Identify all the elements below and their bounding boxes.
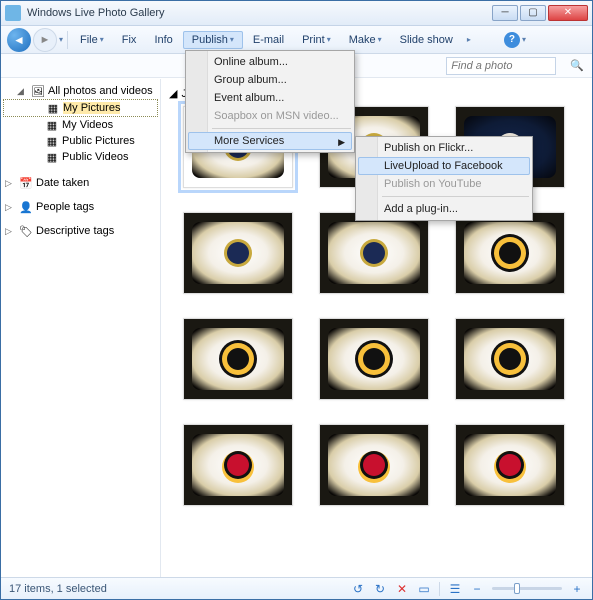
search-input[interactable] (446, 57, 556, 75)
menu-item-publish-on-youtube: Publish on YouTube (358, 175, 530, 193)
tree-section-people tags[interactable]: ▷👤People tags (3, 199, 158, 215)
title-bar: Windows Live Photo Gallery ─ ▢ ✕ (1, 1, 592, 26)
toolbar-e-mail[interactable]: E-mail (245, 32, 292, 48)
close-button[interactable]: ✕ (548, 5, 588, 21)
toolbar-fix[interactable]: Fix (114, 32, 145, 48)
gallery-icon: 🖼 (31, 84, 45, 98)
folder-icon: ▦ (46, 101, 60, 115)
tree-item-public videos[interactable]: ▦Public Videos (3, 149, 158, 165)
folder-icon: ▦ (45, 150, 59, 164)
status-bar: 17 items, 1 selected ↺ ↻ ✕ ▭ ☰ − + (1, 577, 592, 599)
zoom-slider[interactable] (492, 587, 562, 590)
toolbar-make[interactable]: Make ▾ (341, 32, 390, 48)
tree-section-date taken[interactable]: ▷📅Date taken (3, 175, 158, 191)
sidebar: ◢ 🖼 All photos and videos ▦My Pictures▦M… (1, 79, 161, 577)
expand-icon[interactable]: ▷ (5, 226, 16, 237)
toolbar-info[interactable]: Info (146, 32, 180, 48)
folder-icon: ▦ (45, 134, 59, 148)
photo-thumbnail[interactable] (319, 318, 429, 400)
group-collapse-icon[interactable]: ◢ (169, 87, 177, 100)
status-text: 17 items, 1 selected (9, 583, 107, 595)
photo-thumbnail[interactable] (183, 212, 293, 294)
photo-thumbnail[interactable] (455, 212, 565, 294)
zoom-out-icon[interactable]: − (470, 582, 484, 596)
expand-icon[interactable]: ▷ (5, 178, 16, 189)
publish-menu: Online album...Group album...Event album… (185, 50, 355, 153)
tree-item-my pictures[interactable]: ▦My Pictures (3, 99, 158, 117)
photo-thumbnail[interactable] (455, 318, 565, 400)
more-services-menu: Publish on Flickr...LiveUpload to Facebo… (355, 136, 533, 221)
nav-history-dropdown[interactable]: ▾ (59, 35, 63, 44)
toolbar-slide show[interactable]: Slide show (392, 32, 461, 48)
photo-thumbnail[interactable] (319, 424, 429, 506)
photo-thumbnail[interactable] (183, 424, 293, 506)
toolbar-publish[interactable]: Publish ▾ (183, 31, 243, 49)
photo-thumbnail[interactable] (183, 318, 293, 400)
zoom-in-icon[interactable]: + (570, 582, 584, 596)
menu-item-liveupload-to-facebook[interactable]: LiveUpload to Facebook (358, 157, 530, 175)
menu-item-group-album-[interactable]: Group album... (188, 71, 352, 89)
menu-item-add-a-plug-in-[interactable]: Add a plug-in... (358, 200, 530, 218)
rotate-right-icon[interactable]: ↻ (373, 582, 387, 596)
signin-button[interactable] (536, 38, 586, 42)
help-button[interactable]: ?▾ (496, 30, 534, 50)
maximize-button[interactable]: ▢ (520, 5, 546, 21)
photo-thumbnail[interactable] (455, 424, 565, 506)
toolbar-print[interactable]: Print ▾ (294, 32, 339, 48)
toolbar-file[interactable]: File ▾ (72, 32, 112, 48)
tree-item-my videos[interactable]: ▦My Videos (3, 117, 158, 133)
tree-section-descriptive tags[interactable]: ▷🏷Descriptive tags (3, 223, 158, 239)
menu-item-event-album-[interactable]: Event album... (188, 89, 352, 107)
toolbar-overflow[interactable]: ▸ (467, 35, 471, 44)
details-view-icon[interactable]: ☰ (448, 582, 462, 596)
delete-icon[interactable]: ✕ (395, 582, 409, 596)
nav-forward-button[interactable]: ► (33, 28, 57, 52)
folder-icon: ▦ (45, 118, 59, 132)
search-icon[interactable]: 🔍 (570, 59, 584, 72)
app-icon (5, 5, 21, 21)
tree-root[interactable]: ◢ 🖼 All photos and videos (3, 83, 158, 99)
nav-back-button[interactable]: ◄ (7, 28, 31, 52)
menu-item-publish-on-flickr-[interactable]: Publish on Flickr... (358, 139, 530, 157)
menu-item-soapbox-on-msn-video-: Soapbox on MSN video... (188, 107, 352, 125)
tree-item-public pictures[interactable]: ▦Public Pictures (3, 133, 158, 149)
menu-item-more-services[interactable]: More Services▶ (188, 132, 352, 150)
minimize-button[interactable]: ─ (492, 5, 518, 21)
slideshow-icon[interactable]: ▭ (417, 582, 431, 596)
collapse-icon[interactable]: ◢ (17, 86, 28, 97)
photo-thumbnail[interactable] (319, 212, 429, 294)
menu-item-online-album-[interactable]: Online album... (188, 53, 352, 71)
expand-icon[interactable]: ▷ (5, 202, 16, 213)
rotate-left-icon[interactable]: ↺ (351, 582, 365, 596)
window-title: Windows Live Photo Gallery (27, 7, 165, 19)
